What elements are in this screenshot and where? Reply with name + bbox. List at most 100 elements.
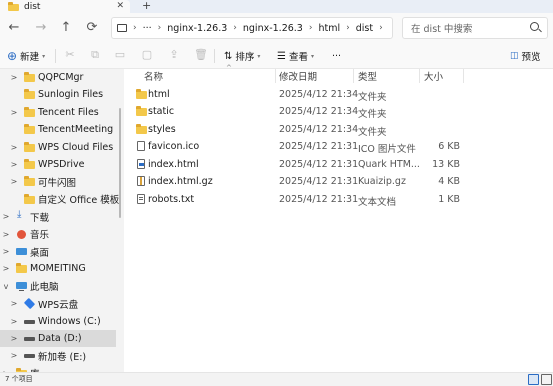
view-button[interactable]: ☰ 查看 ▾ (277, 49, 314, 64)
file-row[interactable]: index.html.gz 2025/4/12 21:31 Kuaizip.gz 4 … (124, 174, 553, 191)
file-row[interactable]: index.html 2025/4/12 21:31 Quark HTM... 13 … (124, 157, 553, 174)
file-row[interactable]: static 2025/4/12 21:34 文件夹 (124, 104, 553, 121)
column-divider[interactable] (353, 69, 354, 83)
sidebar-item[interactable]: > Windows (C:) (0, 313, 116, 330)
close-tab-icon[interactable]: ✕ (116, 0, 124, 12)
chevron-right-icon[interactable]: > (10, 108, 18, 117)
sidebar-item-label: 新加卷 (E:) (38, 351, 87, 363)
download-icon: ⤓ (17, 209, 22, 221)
cut-icon[interactable]: ✂ (63, 48, 77, 62)
rename-icon[interactable]: ▢ (140, 48, 154, 62)
file-row[interactable]: robots.txt 2025/4/12 21:31 文本文档 1 KB (124, 192, 553, 209)
sidebar-item[interactable]: >库 (0, 365, 116, 372)
search-input[interactable]: 在 dist 中搜索 (402, 17, 548, 39)
up-button[interactable]: ↑ (58, 20, 74, 36)
file-name: robots.txt (148, 193, 195, 205)
command-bar: ⊕ 新建 ▾ ✂ ⧉ ▭ ▢ ⇪ 🗑 ⇅ 排序 ▾ ☰ 查看 ▾ ··· ◫ 预… (0, 43, 553, 69)
sort-button[interactable]: ⇅ 排序 ▾ (224, 49, 261, 64)
back-button[interactable]: ← (6, 20, 22, 36)
details-view-button[interactable] (528, 374, 539, 385)
tab-dist[interactable]: dist ✕ (0, 0, 130, 13)
sidebar-item[interactable]: > QQPCMgr (0, 69, 116, 86)
sidebar-item[interactable]: v 此电脑 (0, 278, 116, 295)
new-button[interactable]: ⊕ 新建 ▾ (7, 49, 45, 63)
chevron-right-icon[interactable]: > (2, 212, 10, 221)
column-header-name[interactable]: 名称 (144, 69, 163, 83)
sidebar-item-label: Windows (C:) (38, 315, 101, 327)
breadcrumb-item[interactable]: nginx-1.26.3 (167, 23, 227, 34)
cloud-icon (23, 298, 36, 310)
chevron-right-icon[interactable]: > (10, 73, 18, 82)
folder-icon (24, 89, 35, 100)
breadcrumb-overflow[interactable]: ··· (143, 23, 152, 34)
chevron-right-icon[interactable]: > (2, 264, 10, 273)
chevron-right-icon[interactable]: > (10, 160, 18, 169)
file-date: 2025/4/12 21:31 (279, 158, 359, 170)
chevron-down-icon[interactable]: v (2, 282, 10, 291)
copy-icon[interactable]: ⧉ (88, 48, 102, 62)
column-divider[interactable] (419, 69, 420, 83)
delete-icon[interactable]: 🗑 (194, 48, 208, 62)
sidebar-item-label: 此电脑 (30, 282, 59, 294)
file-name: index.html (148, 158, 199, 170)
sidebar-item[interactable]: Sunlogin Files (0, 86, 116, 103)
column-header-size[interactable]: 大小 (424, 69, 443, 83)
sidebar-item-label: TencentMeeting (38, 124, 114, 136)
scrollbar[interactable] (119, 108, 121, 218)
sidebar-item[interactable]: > MOMEITING (0, 260, 116, 277)
column-divider[interactable] (463, 69, 464, 83)
file-row[interactable]: favicon.ico 2025/4/12 21:31 ICO 图片文件 6 KB (124, 139, 553, 156)
column-divider[interactable] (275, 69, 276, 83)
share-icon[interactable]: ⇪ (167, 48, 181, 62)
ico-file-icon (136, 141, 147, 152)
chevron-right-icon[interactable]: > (10, 143, 18, 152)
drive-icon (24, 351, 35, 360)
chevron-right-icon[interactable]: > (10, 317, 18, 326)
sidebar-item[interactable]: > Data (D:) (0, 330, 116, 347)
sidebar-item[interactable]: > 桌面 (0, 243, 116, 260)
sidebar-item[interactable]: > WPS Cloud Files (0, 139, 116, 156)
sidebar-item[interactable]: TencentMeeting (0, 121, 116, 138)
file-row[interactable]: html 2025/4/12 21:34 文件夹 (124, 87, 553, 104)
paste-icon[interactable]: ▭ (113, 48, 127, 62)
column-header-date[interactable]: 修改日期 (279, 69, 317, 83)
breadcrumb-item[interactable]: nginx-1.26.3 (243, 23, 303, 34)
file-row[interactable]: styles 2025/4/12 21:34 文件夹 (124, 122, 553, 139)
breadcrumb-separator: › (157, 23, 162, 33)
sidebar-item[interactable]: > ⤓ 下载 (0, 208, 116, 225)
chevron-right-icon[interactable]: > (10, 177, 18, 186)
sidebar-item[interactable]: 自定义 Office 模板 (0, 191, 119, 208)
file-type: 文件夹 (358, 91, 387, 103)
text-file-icon (136, 193, 147, 205)
chevron-right-icon[interactable]: > (10, 299, 18, 308)
preview-pane-icon: ◫ (510, 51, 519, 61)
view-label: 查看 (288, 52, 308, 63)
chevron-right-icon[interactable]: > (2, 247, 10, 256)
sidebar-item[interactable]: > WPSDrive (0, 156, 116, 173)
more-options-button[interactable]: ··· (332, 49, 341, 63)
sort-label: 排序 (235, 52, 255, 63)
tiles-view-button[interactable] (541, 374, 552, 385)
new-tab-button[interactable]: + (142, 0, 151, 12)
chevron-right-icon[interactable]: > (10, 334, 18, 343)
preview-button[interactable]: ◫ 预览 (510, 49, 541, 63)
folder-icon (24, 141, 35, 152)
address-bar[interactable]: › ··· › nginx-1.26.3 › nginx-1.26.3 › ht… (111, 17, 393, 39)
chevron-right-icon[interactable]: > (10, 351, 18, 360)
music-icon (16, 229, 27, 239)
sidebar-item[interactable]: > 可牛闪图 (0, 173, 116, 190)
breadcrumb-item[interactable]: html (318, 23, 340, 34)
breadcrumb-separator: › (379, 23, 383, 33)
sidebar-item[interactable]: > 新加卷 (E:) (0, 347, 116, 364)
forward-button[interactable]: → (33, 20, 49, 36)
column-header-type[interactable]: 类型 (358, 69, 377, 83)
sidebar-item-label: 可牛闪图 (38, 177, 77, 189)
chevron-right-icon[interactable]: > (2, 230, 10, 239)
sidebar-item[interactable]: > Tencent Files (0, 104, 116, 121)
breadcrumb-item[interactable]: dist (356, 23, 373, 34)
address-row: ← → ↑ ⟳ › ··· › nginx-1.26.3 › nginx-1.2… (0, 13, 553, 43)
chevron-down-icon: ▾ (257, 52, 261, 60)
sidebar-item[interactable]: > WPS云盘 (0, 295, 116, 312)
sidebar-item[interactable]: > 音乐 (0, 226, 116, 243)
refresh-button[interactable]: ⟳ (84, 20, 100, 36)
